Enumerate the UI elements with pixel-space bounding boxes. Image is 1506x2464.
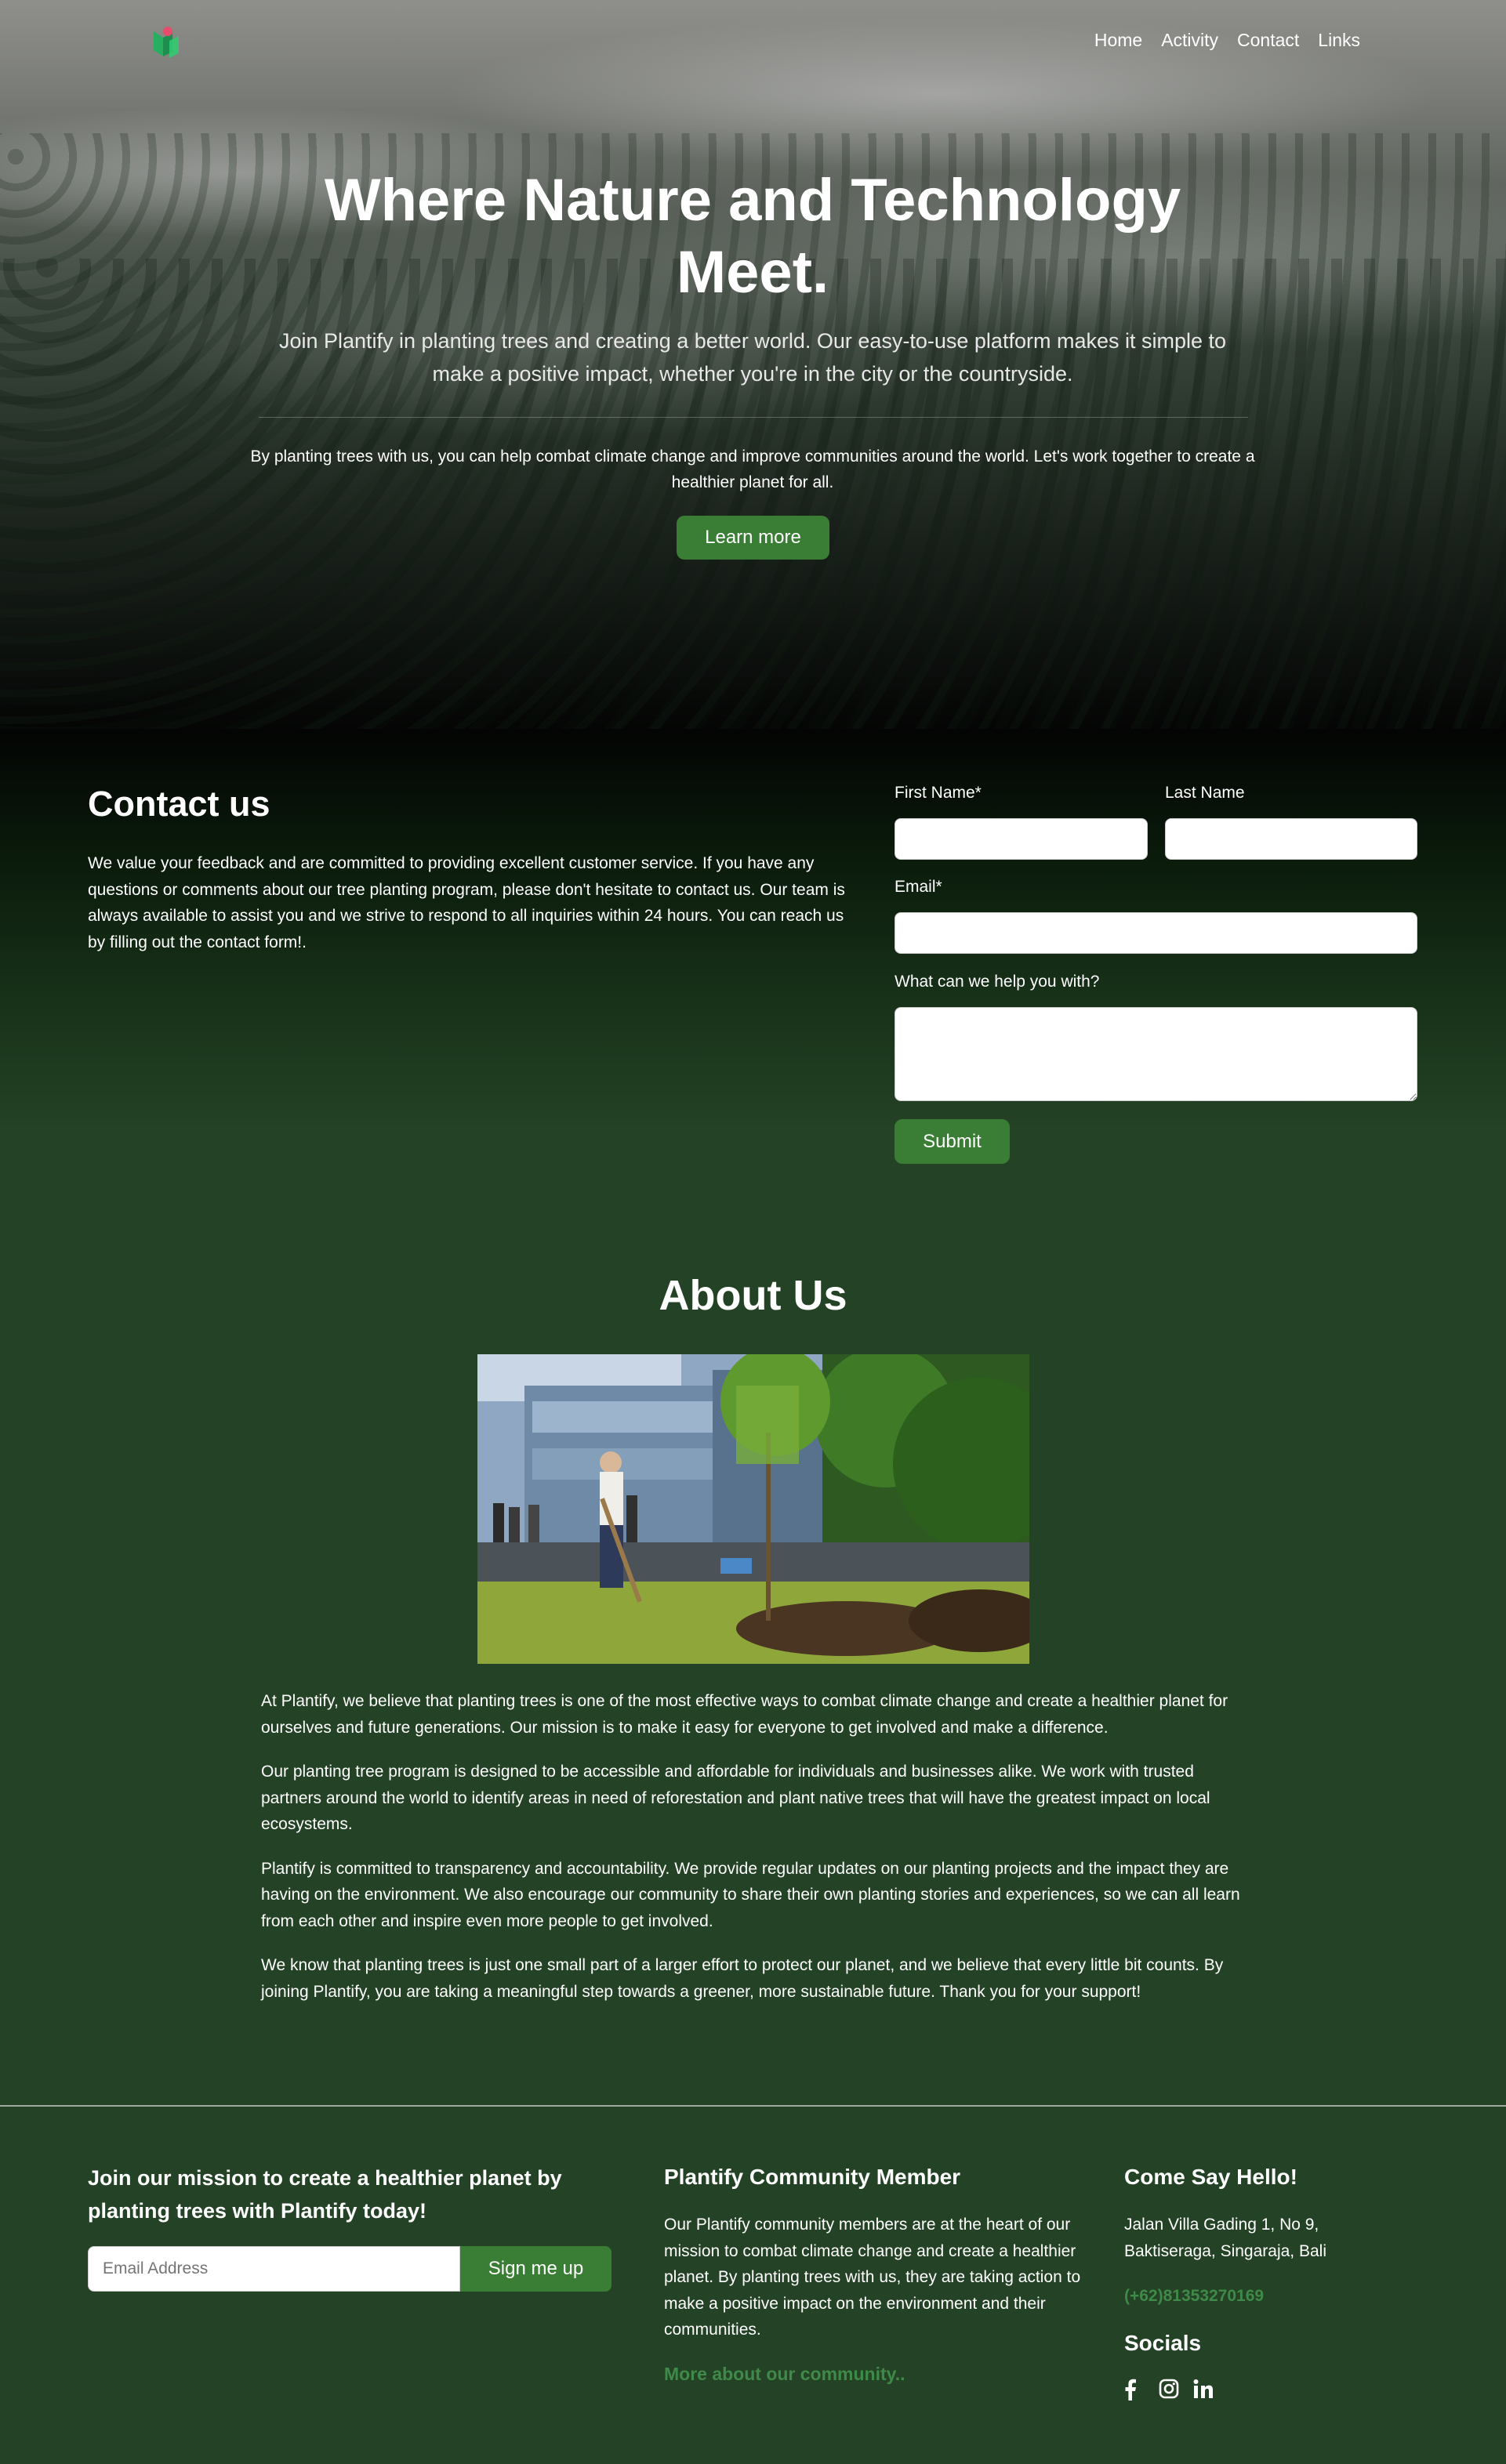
social-links: [1124, 2379, 1214, 2401]
facebook-icon[interactable]: [1124, 2379, 1145, 2401]
about-paragraph: Our planting tree program is designed to…: [261, 1763, 1210, 1833]
tree-planting-photo: [477, 1354, 1029, 1664]
contact-section: Contact us We value your feedback and ar…: [0, 729, 1506, 1230]
linkedin-icon[interactable]: [1193, 2379, 1214, 2401]
sign-me-up-button[interactable]: Sign me up: [460, 2246, 611, 2292]
main-nav: Home Activity Contact Links: [1094, 30, 1360, 51]
about-photo: [477, 1354, 1029, 1664]
about-paragraph: Plantify is committed to transparency an…: [261, 1859, 1240, 1930]
hero-body-text: By planting trees with us, you can help …: [250, 448, 1255, 491]
contact-description: We value your feedback and are committed…: [88, 854, 845, 951]
community-text: Our Plantify community members are at th…: [664, 2216, 1081, 2339]
footer-join-text: Join our mission to create a healthier p…: [88, 2166, 562, 2223]
footer-divider: [0, 2105, 1506, 2107]
newsletter-email-input[interactable]: [88, 2246, 460, 2292]
submit-button[interactable]: Submit: [895, 1119, 1010, 1164]
hero-divider: [259, 417, 1248, 418]
about-title: About Us: [659, 1272, 847, 1319]
email-label: Email*: [895, 878, 942, 896]
message-label: What can we help you with?: [895, 973, 1100, 991]
community-title: Plantify Community Member: [664, 2165, 961, 2189]
last-name-field[interactable]: [1165, 818, 1417, 860]
hero-section: Home Activity Contact Links Where Nature…: [0, 0, 1506, 729]
hero-subtitle: Join Plantify in planting trees and crea…: [278, 329, 1227, 386]
socials-title: Socials: [1124, 2331, 1202, 2355]
last-name-label: Last Name: [1165, 784, 1245, 802]
first-name-label: First Name*: [895, 784, 982, 802]
nav-item-links[interactable]: Links: [1318, 30, 1360, 51]
first-name-field[interactable]: [895, 818, 1148, 860]
address-text: Jalan Villa Gading 1, No 9, Baktiseraga,…: [1124, 2216, 1326, 2260]
about-paragraph: We know that planting trees is just one …: [261, 1956, 1224, 2001]
hello-title: Come Say Hello!: [1124, 2165, 1297, 2189]
message-textarea[interactable]: [895, 1007, 1417, 1101]
community-link[interactable]: More about our community..: [664, 2364, 905, 2385]
about-text: At Plantify, we believe that planting tr…: [261, 1688, 1246, 2023]
learn-more-button[interactable]: Learn more: [677, 516, 829, 560]
nav-item-activity[interactable]: Activity: [1161, 30, 1218, 51]
instagram-icon[interactable]: [1159, 2379, 1179, 2401]
email-field[interactable]: [895, 912, 1417, 954]
nav-item-contact[interactable]: Contact: [1237, 30, 1299, 51]
nav-item-home[interactable]: Home: [1094, 30, 1142, 51]
hero-title: Where Nature and Technology Meet.: [324, 167, 1181, 306]
plantify-logo-icon[interactable]: [149, 24, 183, 61]
phone-link[interactable]: (+62)81353270169: [1124, 2287, 1264, 2306]
contact-title: Contact us: [88, 784, 270, 824]
about-paragraph: At Plantify, we believe that planting tr…: [261, 1692, 1228, 1737]
